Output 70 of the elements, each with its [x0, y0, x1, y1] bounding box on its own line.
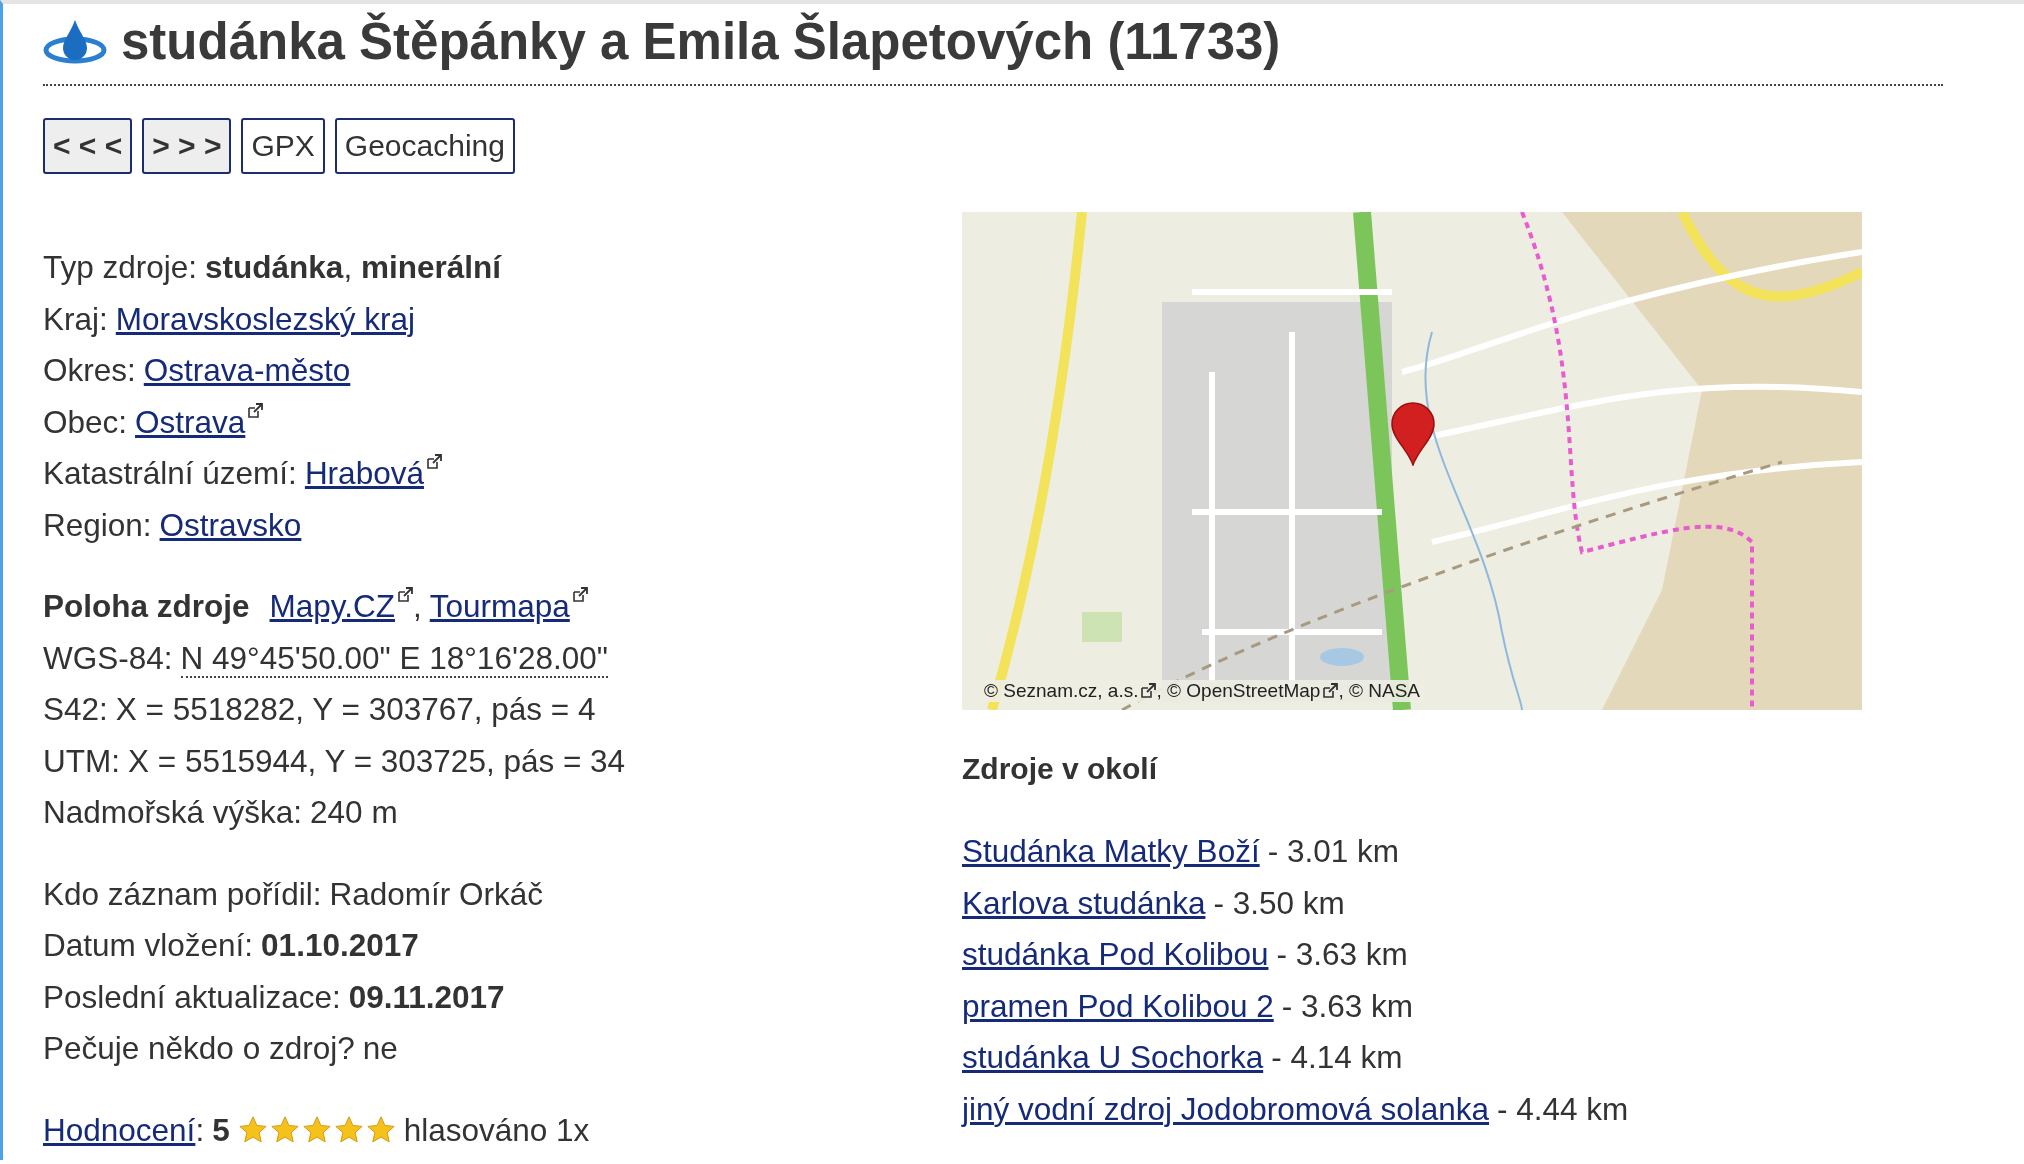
- field-link[interactable]: Hrabová: [304, 455, 424, 491]
- map-link[interactable]: Tourmapa: [429, 588, 570, 624]
- field-label: Kdo záznam pořídil:: [43, 875, 322, 912]
- distance: - 4.14 km: [1271, 1039, 1403, 1075]
- field-link[interactable]: Ostrava: [135, 403, 246, 440]
- export-button[interactable]: Geocaching: [334, 118, 515, 174]
- field-value: 09.11.2017: [348, 978, 505, 1015]
- navigation-button[interactable]: > > >: [142, 118, 232, 174]
- distance: - 4.44 km: [1497, 1090, 1629, 1127]
- external-link-icon: [396, 587, 413, 603]
- field-link[interactable]: Ostrava-město: [143, 352, 351, 388]
- external-link-icon: [1322, 683, 1339, 699]
- field-label: Obec:: [43, 403, 128, 440]
- nearby-source-link[interactable]: studánka U Sochorka: [962, 1039, 1264, 1075]
- distance: - 3.63 km: [1281, 987, 1413, 1024]
- field-label: Nadmořská výška:: [43, 794, 303, 830]
- separator: ,: [412, 588, 422, 624]
- star-icon: [301, 1114, 332, 1145]
- section-heading: Zdroje v okolí: [962, 752, 1159, 786]
- distance: - 3.50 km: [1213, 884, 1345, 921]
- field-label: UTM:: [43, 742, 120, 779]
- star-icon: [333, 1114, 364, 1145]
- field-label: Kraj:: [43, 300, 108, 337]
- map-attribution[interactable]: , © NASA: [1338, 680, 1420, 702]
- rating-score: 5: [212, 1111, 230, 1148]
- field-value: 240 m: [310, 794, 398, 830]
- separator: :: [195, 1111, 205, 1148]
- map-attribution[interactable]: © Seznam.cz, a.s.: [984, 680, 1139, 702]
- nearby-source-link[interactable]: Studánka Matky Boží: [962, 833, 1260, 869]
- star-icon: [237, 1114, 268, 1145]
- nearby-source-link[interactable]: Karlova studánka: [962, 884, 1206, 921]
- star-icon: [365, 1114, 396, 1145]
- field-value: Radomír Orkáč: [329, 875, 543, 912]
- field-value: 01.10.2017: [261, 927, 419, 963]
- external-link-icon: [425, 454, 442, 470]
- field-label: Okres:: [43, 352, 136, 388]
- distance: - 3.01 km: [1267, 833, 1399, 869]
- distance: - 3.63 km: [1276, 936, 1408, 972]
- star-icon: [269, 1114, 300, 1145]
- field-label: Katastrální území:: [43, 455, 297, 491]
- page-title: studánka Štěpánky a Emila Šlapetových (11733): [121, 12, 1281, 72]
- map-link[interactable]: Mapy.CZ: [269, 588, 395, 624]
- field-label: Region:: [43, 506, 152, 543]
- nearby-source-link[interactable]: studánka Pod Kolibou: [962, 936, 1269, 972]
- external-link-icon: [1140, 683, 1157, 699]
- field-label: Datum vložení:: [43, 927, 254, 963]
- vote-count: hlasováno 1x: [403, 1111, 590, 1148]
- field-value: studánka, minerální: [205, 249, 501, 285]
- water-drop-icon: [43, 18, 107, 66]
- field-label: S42:: [43, 691, 108, 727]
- field-value: X = 5515944, Y = 303725, pás = 34: [128, 742, 626, 779]
- field-value: ne: [362, 1030, 398, 1066]
- external-link-icon: [247, 402, 264, 419]
- rating-link[interactable]: Hodnocení: [43, 1111, 196, 1148]
- field-label: WGS-84:: [43, 639, 173, 676]
- field-label: Poslední aktualizace:: [43, 978, 341, 1015]
- external-link-icon: [571, 587, 588, 603]
- field-link[interactable]: Moravskoslezský kraj: [115, 300, 416, 337]
- section-heading: Poloha zdroje: [43, 588, 250, 624]
- coordinates: N 49°45'50.00" E 18°16'28.00": [180, 639, 608, 678]
- map-attribution[interactable]: , © OpenStreetMap: [1156, 680, 1321, 702]
- navigation-button[interactable]: < < <: [43, 118, 133, 174]
- field-label: Typ zdroje:: [43, 249, 198, 285]
- nearby-source-link[interactable]: pramen Pod Kolibou 2: [962, 987, 1274, 1024]
- field-link[interactable]: Ostravsko: [159, 506, 302, 543]
- field-value: X = 5518282, Y = 303767, pás = 4: [115, 691, 596, 727]
- field-label: Pečuje někdo o zdroj?: [43, 1030, 355, 1066]
- export-button[interactable]: GPX: [241, 118, 325, 174]
- map-pin-icon: [1390, 402, 1436, 466]
- nearby-source-link[interactable]: jiný vodní zdroj Jodobromová solanka: [962, 1090, 1490, 1127]
